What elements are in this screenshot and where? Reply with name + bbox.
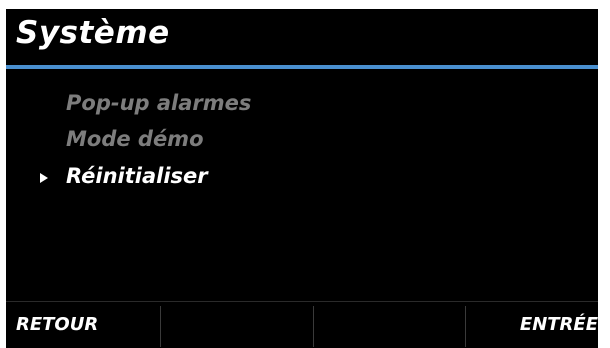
softkey-bar: RETOUR ENTRÉE bbox=[6, 301, 598, 348]
softkey-entree[interactable]: ENTRÉE bbox=[466, 302, 610, 348]
menu-item-reinitialiser[interactable]: Réinitialiser bbox=[66, 164, 208, 188]
softkey-retour[interactable]: RETOUR bbox=[6, 302, 154, 348]
page-title: Système bbox=[16, 15, 170, 51]
softkey-center-right[interactable] bbox=[314, 302, 462, 348]
menu-list: Pop-up alarmes Mode démo Réinitialiser bbox=[6, 69, 598, 301]
triangle-right-icon bbox=[40, 173, 48, 183]
menu-item-popup-alarmes[interactable]: Pop-up alarmes bbox=[66, 91, 251, 115]
display-panel: Système Pop-up alarmes Mode démo Réiniti… bbox=[6, 9, 598, 348]
device-screen: Système Pop-up alarmes Mode démo Réiniti… bbox=[0, 0, 610, 348]
menu-item-mode-demo[interactable]: Mode démo bbox=[66, 127, 204, 151]
softkey-retour-label: RETOUR bbox=[16, 314, 99, 335]
softkey-entree-label: ENTRÉE bbox=[519, 314, 598, 335]
header-bar: Système bbox=[6, 9, 598, 65]
softkey-center-left[interactable] bbox=[160, 302, 308, 348]
